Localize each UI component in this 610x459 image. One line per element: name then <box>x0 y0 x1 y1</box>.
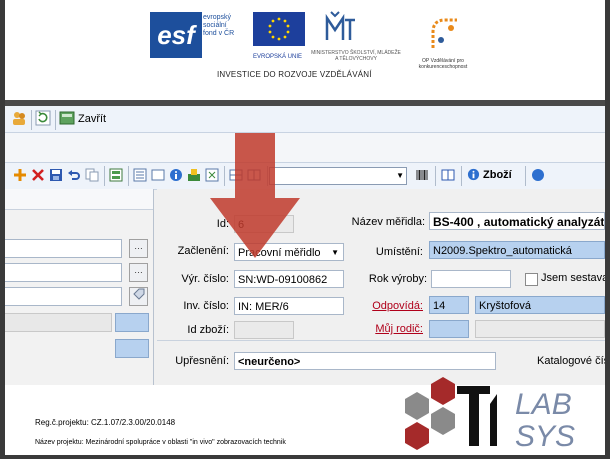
info-icon[interactable] <box>531 168 545 182</box>
rok-vyroby-label: Rok výroby: <box>368 273 427 285</box>
left-panel: … … <box>5 189 154 385</box>
jsem-sestava-label: Jsem sestava(n <box>541 272 605 284</box>
nazev-field[interactable]: BS-400 , automatický analyzát <box>429 212 605 230</box>
project-registration: Reg.č.projektu: CZ.1.07/2.3.00/20.0148 <box>35 418 176 427</box>
muj-rodic-code-field[interactable] <box>429 320 469 338</box>
odpovida-name-field[interactable]: Kryštofová <box>475 296 605 314</box>
eu-text: EVROPSKÁ UNIE <box>253 54 303 60</box>
info-icon <box>467 168 480 181</box>
umisteni-field[interactable]: N2009.Spektro_automatická <box>429 241 605 259</box>
rok-vyroby-field[interactable] <box>431 270 511 288</box>
odpovida-code-field[interactable]: 14 <box>429 296 469 314</box>
save-icon[interactable] <box>49 168 63 182</box>
close-button[interactable]: Zavřít <box>59 110 106 128</box>
oppk-subtext: OP Vzdělávání pro konkurenceschopnost <box>418 58 468 70</box>
refresh-button[interactable] <box>35 110 51 128</box>
toolbar-separator <box>435 166 436 186</box>
window-icon[interactable] <box>151 168 165 182</box>
toolbar-separator <box>525 166 526 186</box>
red-arrow-icon <box>210 133 300 258</box>
left-blue-field-1[interactable] <box>115 313 149 332</box>
project-name: Název projektu: Mezinárodní spolupráce v… <box>35 439 286 446</box>
katalogove-cislo-label: Katalogové čís <box>537 355 605 367</box>
toolbar-gap <box>5 133 605 162</box>
vyr-cislo-label: Výr. číslo: <box>181 273 229 285</box>
upresneni-label: Upřesnění: <box>175 355 229 367</box>
chevron-down-icon: ▼ <box>331 248 339 257</box>
left-blue-field-2[interactable] <box>115 339 149 358</box>
muj-rodic-link[interactable]: Můj rodič: <box>357 323 423 335</box>
muj-rodic-name-field <box>475 320 605 338</box>
jsem-sestava-checkbox[interactable] <box>525 273 538 286</box>
labsys-logo-bottom: SYS <box>515 420 575 453</box>
left-input-1[interactable] <box>5 239 122 258</box>
delete-icon[interactable] <box>31 168 45 182</box>
toolbar-separator <box>31 110 32 130</box>
umisteni-label: Umístění: <box>375 246 423 258</box>
logo-banner: esf evropský sociální fond v ČR EVROPSKÁ… <box>5 0 605 100</box>
users-icon <box>11 110 27 129</box>
undo-icon[interactable] <box>67 168 81 182</box>
labsys-logo: LAB SYS <box>405 377 575 453</box>
banner-caption: INVESTICE DO ROZVOJE VZDĚLÁVÁNÍ <box>217 70 372 79</box>
list-view-icon[interactable] <box>133 168 147 182</box>
left-panel-header <box>5 189 153 210</box>
left-input-2[interactable] <box>5 263 122 282</box>
book-icon[interactable] <box>441 168 455 182</box>
esf-subtext: evropský sociální fond v ČR <box>203 14 235 37</box>
inv-cislo-field[interactable]: IN: MER/6 <box>234 297 344 315</box>
form-divider <box>157 340 605 341</box>
nazev-label: Název měřidla: <box>351 216 425 228</box>
refresh-icon <box>35 110 51 129</box>
left-readonly-field <box>5 313 112 332</box>
record-toolbar: ▼ Zboží <box>5 162 605 190</box>
odpovida-link[interactable]: Odpovídá: <box>357 300 423 312</box>
form-view-icon[interactable] <box>109 168 123 182</box>
copy-icon[interactable] <box>85 168 99 182</box>
inv-cislo-label: Inv. číslo: <box>183 300 229 312</box>
top-toolbar: Zavřít <box>5 106 605 133</box>
upresneni-field[interactable]: <neurčeno> <box>234 352 496 370</box>
slide: esf evropský sociální fond v ČR EVROPSKÁ… <box>5 0 605 455</box>
users-button[interactable] <box>11 110 27 128</box>
labsys-logo-top: LAB <box>515 388 572 421</box>
close-button-label: Zavřít <box>78 113 107 125</box>
left-browse-button-1[interactable]: … <box>129 239 148 258</box>
zbozi-button[interactable]: Zboží <box>467 168 512 181</box>
chevron-down-icon: ▼ <box>396 171 404 180</box>
left-browse-button-2[interactable]: … <box>129 263 148 282</box>
left-input-3[interactable] <box>5 287 122 306</box>
toolbar-separator <box>55 110 56 130</box>
vyr-cislo-field[interactable]: SN:WD-09100862 <box>234 270 344 288</box>
app-screenshot: Zavřít ▼ Zboží … … Id: Název měřidla: BS… <box>5 100 605 385</box>
msmt-logo <box>323 10 359 46</box>
add-icon[interactable] <box>13 168 27 182</box>
barcode-icon[interactable] <box>415 168 429 182</box>
eu-flag-icon <box>253 12 305 46</box>
id-zbozi-field <box>234 321 294 339</box>
zbozi-label: Zboží <box>483 168 512 181</box>
tag-icon[interactable] <box>129 287 148 306</box>
toolbar-separator <box>104 166 105 186</box>
toolbar-separator <box>461 166 462 186</box>
msmt-subtext: MINISTERSTVO ŠKOLSTVÍ, MLÁDEŽE A TĚLOVÝC… <box>311 50 401 62</box>
info-icon[interactable] <box>169 168 183 182</box>
export-icon[interactable] <box>187 168 201 182</box>
id-zbozi-label: Id zboží: <box>187 324 229 336</box>
close-window-icon <box>59 110 75 129</box>
esf-logo: esf <box>150 12 202 58</box>
oppk-logo <box>425 14 465 54</box>
toolbar-separator <box>128 166 129 186</box>
